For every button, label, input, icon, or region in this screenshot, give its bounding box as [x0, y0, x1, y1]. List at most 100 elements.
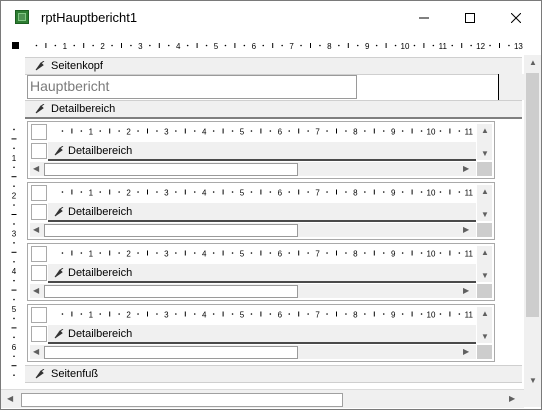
subreport-scroll-thumb[interactable]	[44, 224, 298, 237]
report-icon	[15, 10, 29, 24]
page-header-right-area	[498, 74, 525, 100]
section-selector[interactable]	[31, 265, 47, 281]
ruler-number: 6	[278, 311, 283, 320]
page-footer-bar[interactable]: Seitenfuß	[25, 365, 522, 383]
subreport-ruler[interactable]: 1 2 3 4 5 6 7 8 9 10 11	[54, 124, 478, 138]
ruler-number: 6	[252, 42, 257, 51]
ruler-number: 9	[391, 311, 396, 320]
page-header-bar[interactable]: Seitenkopf	[25, 57, 522, 75]
close-button[interactable]	[493, 1, 539, 35]
vertical-scroll-thumb[interactable]	[526, 73, 539, 317]
subreport-detail-label: Detailbereich	[68, 145, 133, 157]
subreport-scrollbar-corner	[477, 162, 492, 176]
scroll-down-icon[interactable]: ▼	[481, 333, 489, 341]
ruler-number: 3	[164, 311, 169, 320]
horizontal-scroll-thumb[interactable]	[21, 393, 343, 407]
ruler-number: 1	[89, 250, 94, 259]
subreport-detail-bar[interactable]: Detailbereich	[48, 264, 476, 283]
scroll-up-icon[interactable]: ▲	[481, 249, 489, 257]
section-arrow-icon	[35, 104, 45, 114]
scroll-up-icon[interactable]: ▲	[481, 127, 489, 135]
subreport-control[interactable]: 1 2 3 4 5 6 7 8 9 10 11 Detailbereich ▲ ▼ ◀ ▶	[27, 304, 495, 362]
subreport-detail-bar[interactable]: Detailbereich	[48, 142, 476, 161]
subreport-control[interactable]: 1 2 3 4 5 6 7 8 9 10 11 Detailbereich ▲ ▼ ◀ ▶	[27, 182, 495, 240]
subreport-vertical-scrollbar[interactable]: ▲ ▼	[477, 185, 492, 221]
scroll-left-icon[interactable]: ◀	[33, 287, 39, 295]
horizontal-scrollbar[interactable]: ◀ ▶	[1, 389, 524, 408]
ruler-number: 7	[315, 250, 320, 259]
ruler-number: 5	[240, 189, 245, 198]
subreport-control[interactable]: 1 2 3 4 5 6 7 8 9 10 11 Detailbereich ▲ ▼ ◀ ▶	[27, 243, 495, 301]
scroll-right-icon[interactable]: ▶	[463, 348, 469, 356]
subreport-horizontal-scrollbar[interactable]: ◀ ▶	[30, 223, 476, 237]
scroll-up-icon[interactable]: ▲	[481, 310, 489, 318]
subreport-scroll-thumb[interactable]	[44, 163, 298, 176]
subreport-vertical-scrollbar[interactable]: ▲ ▼	[477, 307, 492, 343]
scroll-down-icon[interactable]: ▼	[529, 377, 537, 385]
subreport-selector[interactable]	[31, 307, 47, 323]
scroll-down-icon[interactable]: ▼	[481, 150, 489, 158]
subreport-scrollbar-corner	[477, 223, 492, 237]
subreport-detail-bar[interactable]: Detailbereich	[48, 203, 476, 222]
scroll-down-icon[interactable]: ▼	[481, 211, 489, 219]
subreport-control[interactable]: 1 2 3 4 5 6 7 8 9 10 11 Detailbereich ▲ ▼ ◀ ▶	[27, 121, 495, 179]
ruler-number: 1	[89, 128, 94, 137]
ruler-number: 11	[465, 189, 474, 198]
subreport-ruler[interactable]: 1 2 3 4 5 6 7 8 9 10 11	[54, 185, 478, 199]
scroll-left-icon[interactable]: ◀	[7, 395, 13, 403]
section-selector[interactable]	[31, 204, 47, 220]
subreport-scroll-thumb[interactable]	[44, 346, 298, 359]
section-selector[interactable]	[31, 143, 47, 159]
subreport-vertical-scrollbar[interactable]: ▲ ▼	[477, 246, 492, 282]
subreport-selector[interactable]	[31, 246, 47, 262]
window-title: rptHauptbericht1	[41, 10, 138, 25]
scroll-right-icon[interactable]: ▶	[463, 226, 469, 234]
title-bar: rptHauptbericht1	[1, 1, 541, 35]
report-selector[interactable]	[12, 42, 19, 49]
subreport-ruler[interactable]: 1 2 3 4 5 6 7 8 9 10 11	[54, 307, 478, 321]
subreport-selector[interactable]	[31, 185, 47, 201]
ruler-number: 2	[126, 250, 131, 259]
horizontal-ruler[interactable]: 1 2 3 4 5 6 7 8 9 10 11 12 13	[25, 38, 525, 53]
vertical-scrollbar[interactable]: ▲ ▼	[524, 55, 541, 389]
ruler-number: 9	[391, 128, 396, 137]
subreport-horizontal-scrollbar[interactable]: ◀ ▶	[30, 345, 476, 359]
scroll-left-icon[interactable]: ◀	[33, 348, 39, 356]
minimize-button[interactable]	[401, 1, 447, 35]
close-icon	[511, 13, 521, 23]
scroll-right-icon[interactable]: ▶	[509, 395, 515, 403]
ruler-number: 1	[89, 311, 94, 320]
vertical-ruler[interactable]: 1 2 3 4 5 6	[5, 55, 23, 389]
ruler-number: 2	[100, 42, 105, 51]
subreport-vertical-scrollbar[interactable]: ▲ ▼	[477, 124, 492, 160]
ruler-number: 3	[138, 42, 143, 51]
scroll-up-icon[interactable]: ▲	[529, 59, 537, 67]
ruler-number: 7	[315, 311, 320, 320]
scroll-left-icon[interactable]: ◀	[33, 226, 39, 234]
detail-bar[interactable]: Detailbereich	[25, 100, 522, 119]
scroll-right-icon[interactable]: ▶	[463, 165, 469, 173]
subreport-scroll-thumb[interactable]	[44, 285, 298, 298]
ruler-number: 5	[240, 311, 245, 320]
subreport-ruler[interactable]: 1 2 3 4 5 6 7 8 9 10 11	[54, 246, 478, 260]
subreport-scrollbar-corner	[477, 345, 492, 359]
ruler-number: 1	[12, 154, 17, 163]
subreport-detail-bar[interactable]: Detailbereich	[48, 325, 476, 344]
ruler-number: 11	[439, 42, 448, 51]
scroll-up-icon[interactable]: ▲	[481, 188, 489, 196]
title-textbox[interactable]: Hauptbericht	[27, 75, 357, 99]
scroll-right-icon[interactable]: ▶	[463, 287, 469, 295]
scroll-left-icon[interactable]: ◀	[33, 165, 39, 173]
subreport-horizontal-scrollbar[interactable]: ◀ ▶	[30, 162, 476, 176]
page-header-label: Seitenkopf	[51, 60, 103, 72]
section-arrow-icon	[54, 329, 64, 339]
ruler-number: 5	[214, 42, 219, 51]
maximize-button[interactable]	[447, 1, 493, 35]
subreport-horizontal-scrollbar[interactable]: ◀ ▶	[30, 284, 476, 298]
subreport-selector[interactable]	[31, 124, 47, 140]
section-selector[interactable]	[31, 326, 47, 342]
ruler-number: 9	[391, 250, 396, 259]
subreport-detail-label: Detailbereich	[68, 328, 133, 340]
ruler-number: 9	[391, 189, 396, 198]
scroll-down-icon[interactable]: ▼	[481, 272, 489, 280]
